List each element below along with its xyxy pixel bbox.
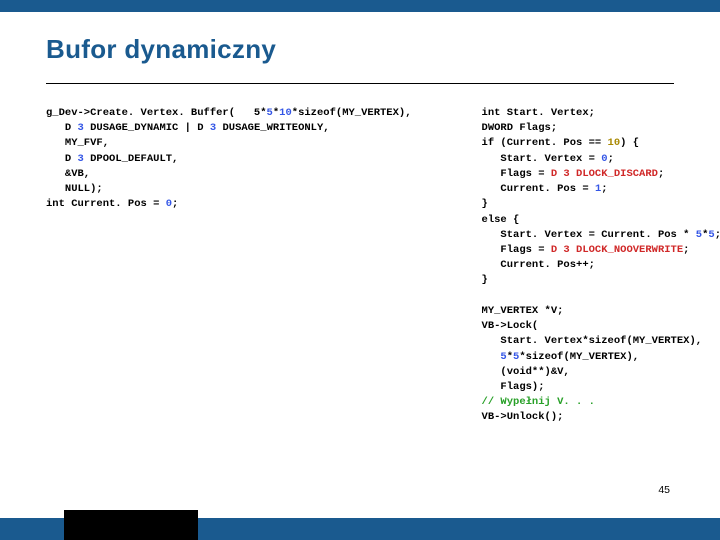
slide-body: Bufor dynamiczny g_Dev->Create. Vertex. … (0, 12, 720, 426)
slide-title: Bufor dynamiczny (46, 34, 674, 65)
code-columns: g_Dev->Create. Vertex. Buffer( 5*5*10*si… (46, 106, 674, 426)
page-number: 45 (658, 484, 670, 496)
code-left: g_Dev->Create. Vertex. Buffer( 5*5*10*si… (46, 106, 412, 426)
horizontal-rule (46, 83, 674, 84)
code-right: int Start. Vertex; DWORD Flags; if (Curr… (482, 106, 720, 426)
top-accent-bar (0, 0, 720, 12)
bottom-black-block (64, 510, 198, 540)
